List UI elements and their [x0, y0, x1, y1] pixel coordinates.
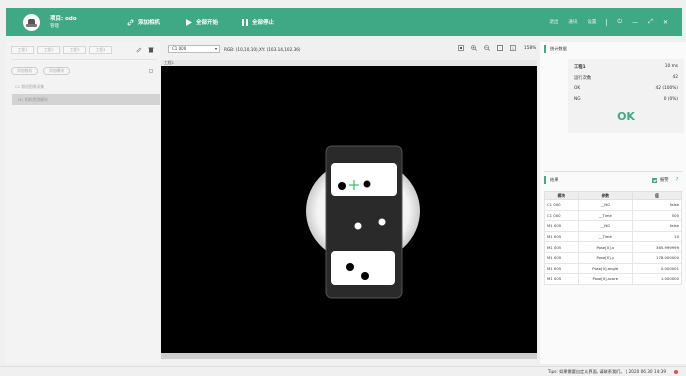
alarm-label: 报警: [660, 178, 669, 183]
result-indicator: OK: [617, 110, 635, 123]
tab-project-4[interactable]: 工程4: [89, 46, 112, 54]
results-panel: 统计数据 工程1 10 ms 运行次数 42 OK 42 (100%) NG 0 (0%…: [540, 42, 686, 364]
delete-icon[interactable]: [148, 47, 154, 53]
tree-item-camera[interactable]: C1 相机图像采集: [12, 83, 157, 90]
tab-project-2[interactable]: 工程2: [37, 46, 60, 54]
project-tabs: 工程1 工程2 工程3 工程4: [11, 46, 112, 54]
horizontal-scrollbar[interactable]: [161, 353, 537, 359]
col-module: 模块: [544, 191, 579, 200]
svg-text:1: 1: [512, 46, 514, 50]
tree-item-module[interactable]: M1 相机检测模块: [12, 94, 163, 105]
table-row: M1 005 __Time 10: [544, 230, 683, 243]
add-camera-pill[interactable]: 添加相机: [11, 67, 38, 75]
table-row: C1 000 __NG false: [544, 199, 683, 211]
restore-icon[interactable]: ⤢: [648, 18, 653, 26]
stat-ok: OK 42 (100%): [574, 86, 678, 91]
table-row: M1 005 Pose[0].angle 0.000001: [544, 262, 683, 275]
divider: [544, 171, 682, 172]
start-all-button[interactable]: 全部开始: [186, 18, 218, 26]
image-panel: C1 000 ▾ RGB: (10,10,10),XY: (103.14,102…: [160, 42, 538, 364]
project-info: 项目: odo 管理: [50, 16, 77, 30]
add-camera-button[interactable]: 添加相机: [127, 18, 160, 26]
divider: [606, 18, 608, 26]
settings-link[interactable]: 设置: [587, 19, 596, 25]
table-row: M1 005 Pose[0].y 178.000000: [544, 251, 683, 264]
table-row: C1 000 __Time 500: [544, 209, 683, 222]
project-name: 项目: odo: [50, 16, 77, 22]
camera-image-view[interactable]: 工程1: [161, 60, 537, 358]
rgb-readout: RGB: (10,10,10),XY: (103.14,102.36): [224, 47, 301, 52]
power-icon[interactable]: ⏻: [617, 18, 622, 26]
edit-icon[interactable]: [136, 47, 142, 53]
stop-all-button[interactable]: 全部停止: [242, 18, 274, 26]
logout-link[interactable]: 退出: [549, 19, 558, 25]
stats-title: 统计数据: [544, 45, 567, 53]
table-row: M1 005 Pose[0].x 365.999999: [544, 241, 683, 253]
zoom-out-icon[interactable]: [484, 45, 490, 51]
status-bar: Tips: 如果需要自定义界面, 请联系我们。 | 2020 06 30 14:…: [0, 366, 686, 376]
camera-select-value: C1 000: [172, 46, 187, 51]
camera-image: [306, 145, 420, 299]
close-icon[interactable]: ✕: [663, 19, 668, 26]
stats-box: 工程1 10 ms 运行次数 42 OK 42 (100%) NG 0 (0%) OK: [568, 59, 684, 133]
table-row: M1 005 __NG false: [544, 220, 683, 232]
help-icon[interactable]: ?: [676, 177, 679, 183]
stop-all-label: 全部停止: [252, 20, 275, 26]
expand-icon[interactable]: [149, 69, 153, 73]
project-panel: 工程1 工程2 工程3 工程4 添加相机 添加模块 C1 相机图像采集 M1 相…: [6, 42, 163, 364]
divider: [11, 59, 157, 60]
alarm-toggle[interactable]: 报警 ?: [652, 177, 678, 183]
zoom-in-icon[interactable]: [471, 45, 477, 51]
image-toolbar: C1 000 ▾ RGB: (10,10,10),XY: (103.14,102…: [160, 42, 538, 56]
play-icon: [186, 18, 192, 26]
result-table: 模块 参数 值 C1 000 __NG false C1 000 __Time 500 …: [544, 191, 683, 285]
link-icon: [127, 19, 134, 25]
title-bar: 项目: odo 管理 添加相机 全部开始 全部停止 退出 通讯 设置 ⏻ — ⤢…: [6, 8, 682, 36]
start-all-label: 全部开始: [196, 20, 219, 26]
pause-icon: [242, 18, 248, 26]
tab-project-1[interactable]: 工程1: [11, 46, 34, 54]
project-sub: 管理: [50, 24, 59, 29]
table-row: M1 005 Pose[0].score 1.000000: [544, 273, 683, 285]
result-title: 结果: [544, 176, 558, 184]
chevron-down-icon: ▾: [214, 46, 217, 51]
add-module-pill[interactable]: 添加模块: [43, 67, 70, 75]
actual-size-icon[interactable]: 1: [510, 45, 516, 51]
top-links: 退出 通讯 设置 ⏻ — ⤢ ✕: [549, 18, 668, 26]
add-camera-label: 添加相机: [138, 20, 161, 26]
app-logo: [23, 14, 40, 31]
zoom-controls: 1 158%: [458, 45, 536, 51]
stat-runs: 运行次数 42: [574, 75, 678, 81]
col-param: 参数: [577, 191, 633, 200]
table-header-row: 模块 参数 值: [544, 191, 683, 200]
stat-ng: NG 0 (0%): [574, 97, 678, 102]
status-tips: Tips: 如果需要自定义界面, 请联系我们。 | 2020 06 30 14:…: [547, 369, 666, 374]
status-indicator: [674, 370, 678, 374]
col-value: 值: [631, 191, 683, 200]
tab-actions: [136, 47, 154, 53]
zoom-level: 158%: [524, 45, 537, 51]
bottom-pad: [331, 251, 395, 285]
comm-link[interactable]: 通讯: [568, 19, 577, 25]
fullscreen-icon[interactable]: [497, 45, 503, 51]
minimize-icon[interactable]: —: [632, 19, 638, 26]
stat-project: 工程1 10 ms: [574, 64, 678, 70]
alarm-checkbox[interactable]: [652, 177, 657, 183]
camera-select[interactable]: C1 000 ▾: [168, 45, 220, 53]
tab-project-3[interactable]: 工程3: [63, 46, 86, 54]
top-pad: [331, 163, 397, 196]
fit-icon[interactable]: [458, 45, 464, 51]
